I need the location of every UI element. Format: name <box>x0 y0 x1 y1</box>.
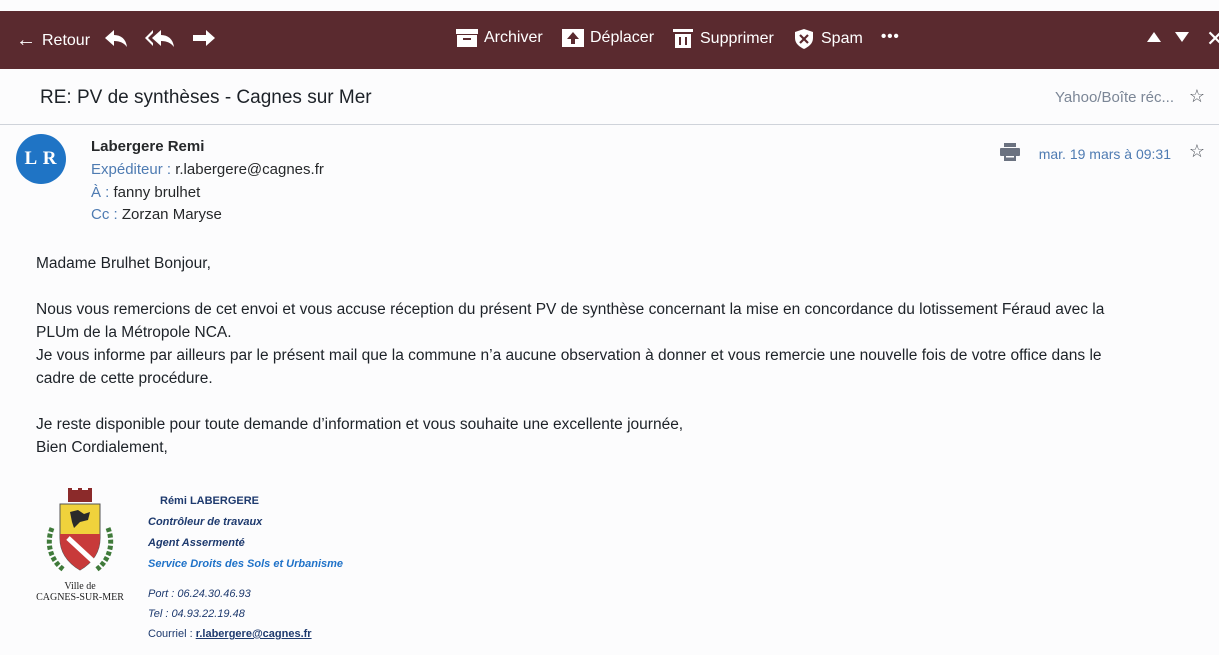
previous-message-button[interactable] <box>1147 32 1161 42</box>
back-button[interactable]: ← Retour <box>16 29 90 52</box>
close-icon: ✕ <box>1206 26 1219 51</box>
move-button[interactable]: Déplacer <box>562 29 654 47</box>
reply-icon <box>105 30 127 47</box>
body-line: Je reste disponible pour toute demande d… <box>36 416 684 433</box>
delete-label: Supprimer <box>700 29 774 47</box>
from-row: Expéditeur : r.labergere@cagnes.fr <box>91 161 324 178</box>
archive-label: Archiver <box>484 29 543 46</box>
body-line: Bien Cordialement, <box>36 439 168 456</box>
subject-bar: RE: PV de synthèses - Cagnes sur Mer Yah… <box>0 72 1219 125</box>
move-label: Déplacer <box>590 29 655 46</box>
move-folder-icon <box>562 29 584 47</box>
cc-recipient[interactable]: Zorzan Maryse <box>122 206 222 223</box>
close-button[interactable]: ✕ <box>1206 26 1219 52</box>
next-message-button[interactable] <box>1175 32 1189 42</box>
paragraph: Je reste disponible pour toute demande d… <box>36 413 1176 459</box>
signature-role: Agent Assermenté <box>148 537 245 549</box>
signature-role: Contrôleur de travaux <box>148 516 263 528</box>
back-label: Retour <box>42 31 91 49</box>
message-date: mar. 19 mars à 09:31 <box>1038 146 1171 162</box>
arrow-left-icon: ← <box>16 29 36 51</box>
more-icon: ••• <box>881 28 900 45</box>
cc-label: Cc : <box>91 206 118 223</box>
folder-link[interactable]: Yahoo/Boîte réc... <box>1055 89 1174 106</box>
signature-phone-tel: Tel : 04.93.22.19.48 <box>148 608 245 620</box>
message-subject: RE: PV de synthèses - Cagnes sur Mer <box>40 87 372 108</box>
signature-phone-port: Port : 06.24.30.46.93 <box>148 588 251 600</box>
reply-all-icon <box>145 30 174 47</box>
town-line: CAGNES-SUR-MER <box>36 592 124 603</box>
cc-row: Cc : Zorzan Maryse <box>91 206 222 223</box>
to-label: À : <box>91 184 110 201</box>
forward-icon <box>193 30 215 46</box>
star-icon[interactable]: ☆ <box>1189 141 1205 162</box>
archive-icon <box>456 29 478 47</box>
city-crest-logo <box>44 488 116 585</box>
signature-email-link[interactable]: r.labergere@cagnes.fr <box>196 628 312 640</box>
reply-button[interactable] <box>104 28 128 48</box>
message-toolbar: ← Retour Archiver Déplacer Supprimer Spa… <box>0 11 1219 69</box>
chevron-down-icon <box>1175 32 1189 42</box>
signature-email-row: Courriel : r.labergere@cagnes.fr <box>148 628 312 640</box>
chevron-up-icon <box>1147 32 1161 42</box>
signature-service: Service Droits des Sols et Urbanisme <box>148 558 344 570</box>
sender-name[interactable]: Labergere Remi <box>91 138 204 155</box>
delete-button[interactable]: Supprimer <box>673 29 774 48</box>
town-name: Ville de CAGNES-SUR-MER <box>32 581 128 603</box>
shield-icon <box>795 29 813 49</box>
body-line: Je vous informe par ailleurs par le prés… <box>36 347 1102 364</box>
trash-icon <box>673 29 693 48</box>
to-recipient[interactable]: fanny brulhet <box>114 184 201 201</box>
greeting: Madame Brulhet Bonjour, <box>36 255 211 272</box>
town-line: Ville de <box>64 581 96 592</box>
body-line: PLUm de la Métropole NCA. <box>36 324 232 341</box>
message-body: Madame Brulhet Bonjour, Nous vous remerc… <box>36 252 1176 482</box>
signature-email-label: Courriel : <box>148 628 196 640</box>
spam-label: Spam <box>821 30 863 47</box>
body-line: cadre de cette procédure. <box>36 370 213 387</box>
from-label: Expéditeur : <box>91 161 172 178</box>
from-address[interactable]: r.labergere@cagnes.fr <box>175 161 324 178</box>
more-button[interactable]: ••• <box>881 28 900 45</box>
forward-button[interactable] <box>192 28 216 48</box>
print-button[interactable] <box>1000 143 1020 166</box>
paragraph: Nous vous remercions de cet envoi et vou… <box>36 298 1176 390</box>
body-line: Nous vous remercions de cet envoi et vou… <box>36 301 1105 318</box>
spam-button[interactable]: Spam <box>794 29 863 49</box>
avatar: L R <box>16 134 66 184</box>
printer-icon <box>1000 143 1020 161</box>
signature-name: Rémi LABERGERE <box>160 495 260 507</box>
to-row: À : fanny brulhet <box>91 184 200 201</box>
reply-all-button[interactable] <box>145 28 175 48</box>
star-icon[interactable]: ☆ <box>1189 86 1205 107</box>
archive-button[interactable]: Archiver <box>456 29 543 47</box>
